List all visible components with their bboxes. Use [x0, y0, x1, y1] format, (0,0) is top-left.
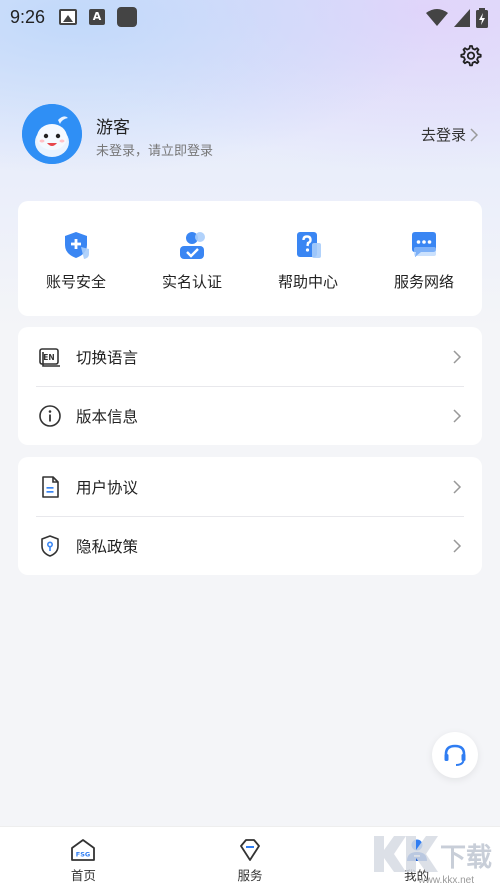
avatar[interactable] — [22, 104, 82, 164]
nav-mine-label: 我的 — [404, 868, 430, 883]
status-time: 9:26 — [10, 6, 46, 27]
nav-mine[interactable]: 我的 — [333, 827, 500, 888]
gear-icon — [460, 45, 482, 67]
shield-plus-icon — [65, 232, 89, 259]
list-item-label: 用户协议 — [76, 478, 139, 497]
nav-home[interactable]: FSG 首页 — [0, 827, 167, 888]
nav-home-label: 首页 — [70, 868, 96, 883]
quick-item-real-name[interactable]: 实名认证 — [134, 201, 250, 316]
battery-icon — [476, 8, 488, 28]
font-notification-icon: A — [89, 9, 106, 25]
diamond-service-icon — [240, 839, 260, 861]
user-verify-icon — [180, 232, 205, 259]
customer-service-button[interactable] — [432, 732, 478, 778]
gallery-notification-icon — [59, 9, 78, 25]
nav-service-label: 服务 — [237, 868, 263, 883]
list-item-label: 切换语言 — [76, 348, 139, 367]
settings-button[interactable] — [459, 44, 483, 68]
chevron-right-icon — [453, 349, 462, 364]
list-item-label: 版本信息 — [76, 408, 139, 426]
headset-icon — [444, 744, 466, 766]
status-bar: 9:26 A — [0, 0, 500, 34]
language-en-icon: EN — [39, 347, 60, 367]
info-circle-icon — [39, 405, 61, 427]
help-doc-icon — [297, 232, 321, 258]
list-item-user-agreement[interactable]: 用户协议 — [36, 457, 464, 516]
nav-service[interactable]: 服务 — [167, 827, 334, 888]
list-item-label: 隐私政策 — [76, 538, 139, 556]
quick-actions-card: 账号安全 实名认证 帮助中心 服务网络 — [18, 201, 482, 316]
wifi-icon — [426, 9, 448, 26]
quick-item-help-center[interactable]: 帮助中心 — [250, 201, 366, 316]
quick-item-label: 服务网络 — [393, 273, 454, 291]
chevron-right-icon — [470, 127, 478, 142]
quick-item-service-network[interactable]: 服务网络 — [366, 201, 482, 316]
status-right-icons — [426, 8, 488, 28]
list-item-version[interactable]: 版本信息 — [36, 386, 464, 445]
login-link[interactable]: 去登录 — [421, 124, 478, 145]
list-item-language[interactable]: EN 切换语言 — [36, 327, 464, 386]
user-icon — [406, 839, 427, 861]
signal-icon — [454, 9, 470, 27]
svg-text:FSG: FSG — [76, 851, 90, 859]
chevron-right-icon — [453, 479, 462, 494]
chevron-right-icon — [453, 539, 462, 553]
list-item-privacy-policy[interactable]: 隐私政策 — [36, 516, 464, 575]
profile-subtitle: 未登录，请立即登录 — [96, 144, 214, 159]
login-label: 去登录 — [420, 126, 466, 144]
quick-item-label: 实名认证 — [161, 273, 222, 291]
mascot-avatar-icon — [22, 104, 82, 164]
settings-group-legal: 用户协议 隐私政策 — [18, 457, 482, 575]
quick-item-label: 账号安全 — [45, 273, 106, 291]
home-icon: FSG — [71, 839, 96, 861]
quick-item-account-security[interactable]: 账号安全 — [18, 201, 134, 316]
chat-bubble-icon — [412, 232, 436, 257]
chevron-right-icon — [453, 409, 462, 423]
privacy-shield-icon — [41, 535, 59, 557]
document-icon — [42, 475, 59, 498]
profile-name: 游客 — [96, 118, 130, 138]
app-notification-icon — [117, 7, 138, 27]
settings-group-general: EN 切换语言 版本信息 — [18, 327, 482, 445]
svg-text:EN: EN — [43, 353, 54, 362]
quick-item-label: 帮助中心 — [277, 273, 338, 291]
bottom-navigation: FSG 首页 服务 我的 — [0, 826, 500, 888]
profile-section[interactable]: 游客 未登录，请立即登录 去登录 — [22, 104, 482, 164]
